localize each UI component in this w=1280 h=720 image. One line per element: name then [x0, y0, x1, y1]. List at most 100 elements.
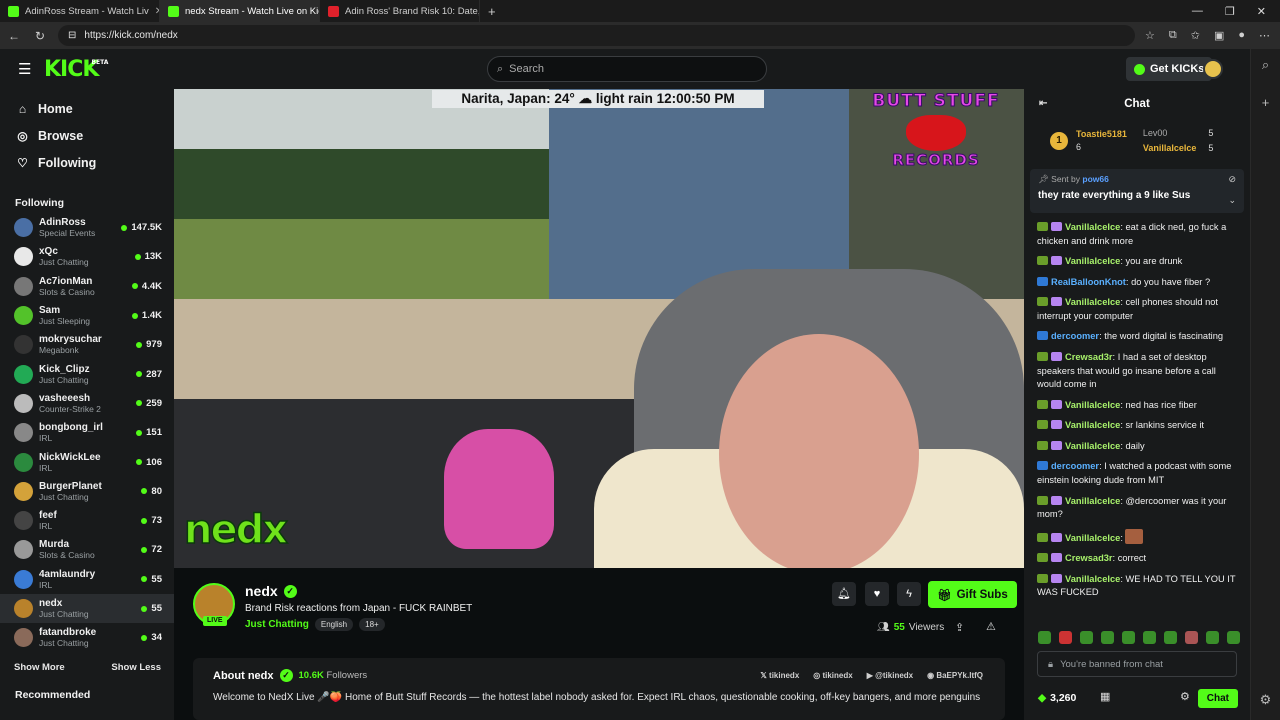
sidebar-item-sam[interactable]: Sam Just Sleeping 1.4K [0, 301, 174, 330]
chat-username[interactable]: Crewsad3r [1065, 553, 1113, 563]
pinned-sender[interactable]: pow66 [1082, 174, 1108, 184]
chat-username[interactable]: VanillaIceIce [1065, 256, 1120, 266]
sub-badge-icon [1051, 351, 1062, 361]
nav-following[interactable]: ♡ Following [16, 156, 174, 170]
gifter-name[interactable]: VanillaIceIce [1143, 141, 1197, 156]
sidebar-item-mokrysuchar[interactable]: mokrysuchar Megabonk 979 [0, 330, 174, 359]
url-field[interactable]: ⊟ https://kick.com/nedx [58, 25, 1135, 46]
emote-icon[interactable] [1185, 631, 1198, 644]
emote-icon[interactable] [1143, 631, 1156, 644]
chat-username[interactable]: dercoomer [1051, 331, 1099, 341]
browser-tab[interactable]: AdinRoss Stream - Watch Liv✕ [0, 0, 160, 22]
site-info-icon[interactable]: ⊟ [68, 30, 76, 41]
top-gifter-name[interactable]: Toastie5181 [1076, 128, 1127, 141]
unpin-icon[interactable]: ⊘ [1228, 174, 1236, 185]
chat-username[interactable]: VanillaIceIce [1065, 297, 1120, 307]
social-youtube-link[interactable]: ▶ @tikinedx [867, 671, 913, 680]
sidebar-item-nickwicklee[interactable]: NickWickLee IRL 106 [0, 447, 174, 476]
article-favicon-icon [328, 5, 339, 17]
collections-icon[interactable]: ▣ [1214, 29, 1224, 42]
gift-subs-button[interactable]: 🎁︎ Gift Subs [928, 581, 1017, 608]
channel-points[interactable]: ◆ 3,260 [1038, 692, 1076, 704]
chat-username[interactable]: VanillaIceIce [1065, 574, 1120, 584]
notifications-bell-icon[interactable]: 🔔︎ [832, 582, 856, 606]
sidebar-item-xqc[interactable]: xQc Just Chatting 13K [0, 242, 174, 271]
browser-tab[interactable]: Adin Ross' Brand Risk 10: Date, ti✕ [320, 0, 480, 22]
hamburger-menu-icon[interactable]: ☰ [18, 60, 32, 78]
chat-username[interactable]: Crewsad3r [1065, 352, 1113, 362]
follow-heart-icon[interactable]: ♥ [865, 582, 889, 606]
favorites-icon[interactable]: ✩ [1191, 29, 1200, 42]
close-window-icon[interactable]: ✕ [1257, 5, 1266, 18]
emote-icon[interactable] [1101, 631, 1114, 644]
refresh-icon[interactable]: ↻ [32, 29, 48, 43]
share-icon[interactable]: ⇪ [955, 621, 964, 634]
sidebar-item-nedx[interactable]: nedx Just Chatting 55 [0, 593, 174, 624]
social-x-link[interactable]: 𝕏 tikinedx [760, 671, 799, 680]
add-icon[interactable]: + [1262, 95, 1270, 110]
chat-username[interactable]: RealBalloonKnot [1051, 277, 1126, 287]
chat-username[interactable]: VanillaIceIce [1065, 222, 1120, 232]
profile-icon[interactable]: ● [1238, 29, 1245, 42]
minimize-icon[interactable]: — [1192, 5, 1203, 18]
social-instagram-link[interactable]: ◎ tikinedx [813, 671, 852, 680]
new-tab-icon[interactable]: + [488, 4, 496, 19]
emote-icon[interactable] [1227, 631, 1240, 644]
tag-language[interactable]: English [314, 618, 354, 631]
back-icon[interactable]: ← [6, 29, 22, 43]
chat-message: VanillaIceIce: daily [1037, 440, 1240, 454]
nav-home[interactable]: ⌂ Home [16, 102, 174, 116]
sidebar-item-feef[interactable]: feef IRL 73 [0, 506, 174, 535]
search-icon[interactable]: ⌕ [1262, 57, 1269, 73]
sidebar-item-kick_clipz[interactable]: Kick_Clipz Just Chatting 287 [0, 359, 174, 388]
social-discord-link[interactable]: ◉ BaEPYk.ltfQ [927, 671, 983, 680]
user-avatar[interactable] [1203, 59, 1223, 79]
emote-icon[interactable] [1059, 631, 1072, 644]
extensions-icon[interactable]: ⧉ [1169, 29, 1177, 42]
pinned-message[interactable]: 📌︎ Sent by pow66 they rate everything a … [1030, 169, 1244, 213]
emote-icon[interactable] [1080, 631, 1093, 644]
chat-username[interactable]: VanillaIceIce [1065, 420, 1120, 430]
send-chat-button[interactable]: Chat [1197, 688, 1238, 708]
sidebar-item-4amlaundry[interactable]: 4amlaundry IRL 55 [0, 565, 174, 594]
report-warning-icon[interactable]: ⚠ [986, 620, 996, 633]
show-less-button[interactable]: Show Less [111, 662, 161, 673]
sidebar-item-ac7ionman[interactable]: Ac7ionMan Slots & Casino 4.4K [0, 272, 174, 301]
show-more-button[interactable]: Show More [14, 662, 65, 673]
chevron-down-icon[interactable]: ⌄ [1228, 195, 1236, 206]
sidebar-item-vasheeesh[interactable]: vasheeesh Counter-Strike 2 259 [0, 389, 174, 418]
sidebar-item-adinross[interactable]: AdinRoss Special Events 147.5K [0, 213, 174, 242]
collapse-chat-icon[interactable]: ⇤ [1039, 98, 1047, 109]
stream-category[interactable]: Just Chatting [245, 619, 309, 630]
sidebar-item-bongbong_irl[interactable]: bongbong_irl IRL 151 [0, 418, 174, 447]
settings-icon[interactable]: ⚙ [1260, 692, 1272, 708]
emote-icon[interactable] [1038, 631, 1051, 644]
nav-browse[interactable]: ◎ Browse [16, 129, 174, 143]
video-player[interactable]: Narita, Japan: 24° ☁ light rain 12:00:50… [174, 89, 1024, 568]
search-input[interactable]: ⌕ Search [487, 56, 767, 82]
maximize-icon[interactable]: ❐ [1225, 5, 1235, 18]
sidebar-item-burgerplanet[interactable]: BurgerPlanet Just Chatting 80 [0, 477, 174, 506]
lightning-icon[interactable]: ϟ [897, 582, 921, 606]
chat-username[interactable]: VanillaIceIce [1065, 496, 1120, 506]
tag-mature[interactable]: 18+ [359, 618, 385, 631]
chat-username[interactable]: VanillaIceIce [1065, 441, 1120, 451]
streamer-name[interactable]: nedx [245, 583, 278, 599]
chat-input-banned[interactable]: 🔒︎ You're banned from chat [1037, 651, 1237, 677]
chat-username[interactable]: VanillaIceIce [1065, 533, 1120, 543]
chat-settings-icon[interactable]: ⚙ [1180, 690, 1190, 703]
kick-logo[interactable]: KICK BETA [44, 57, 108, 82]
star-icon[interactable]: ☆ [1145, 29, 1155, 42]
emote-icon[interactable] [1206, 631, 1219, 644]
sidebar-item-fatandbroke[interactable]: fatandbroke Just Chatting 34 [0, 623, 174, 652]
emote-icon[interactable] [1122, 631, 1135, 644]
menu-dots-icon[interactable]: ⋯ [1259, 29, 1270, 42]
gifter-name[interactable]: Lev00 [1143, 126, 1168, 141]
chat-username[interactable]: VanillaIceIce [1065, 400, 1120, 410]
emote-icon[interactable] [1164, 631, 1177, 644]
chat-username[interactable]: dercoomer [1051, 461, 1099, 471]
get-kicks-button[interactable]: Get KICKs [1126, 57, 1213, 81]
browser-tab-active[interactable]: nedx Stream - Watch Live on Kick✕ [160, 0, 320, 22]
sidebar-item-murda[interactable]: Murda Slots & Casino 72 [0, 535, 174, 564]
store-icon[interactable]: ▦ [1100, 690, 1110, 703]
